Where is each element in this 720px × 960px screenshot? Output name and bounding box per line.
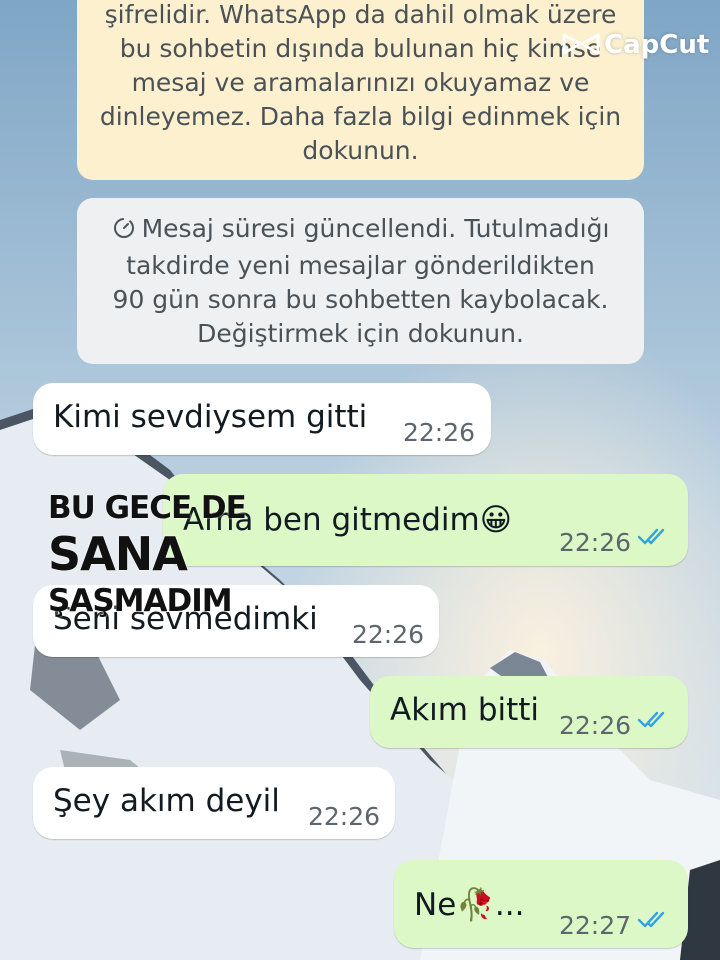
double-check-read-icon [637, 526, 669, 554]
message-bubble-incoming[interactable]: Kimi sevdiysem gitti 22:26 [33, 383, 491, 455]
message-time: 22:27 [559, 911, 632, 940]
disappearing-messages-notice[interactable]: Mesaj süresi güncellendi. Tutulmadığı ta… [77, 198, 644, 364]
capcut-watermark: CapCut [560, 30, 709, 64]
message-text: Akım bitti [390, 692, 540, 728]
disappearing-notice-line: Değiştirmek için dokunun. [197, 319, 524, 348]
message-time: 22:26 [559, 528, 632, 557]
encryption-notice-line: şifrelidir. WhatsApp da dahil olmak üzer… [104, 0, 617, 29]
video-caption-line: BU GECE DE [48, 490, 247, 526]
disappearing-notice-line: Mesaj süresi güncellendi. Tutulmadığı [141, 214, 610, 243]
message-time: 22:26 [308, 802, 381, 831]
encryption-notice-line: bu sohbetin dışında bulunan hiç kimse [119, 34, 602, 63]
message-text: Ne🥀... [414, 887, 525, 923]
double-check-read-icon [637, 709, 669, 737]
encryption-notice-line: dokunun. [302, 136, 419, 165]
message-time: 22:26 [403, 418, 476, 447]
disappearing-notice-line: 90 gün sonra bu sohbetten kaybolacak. [112, 285, 609, 314]
message-time: 22:26 [559, 711, 632, 740]
encryption-notice-line: dinleyemez. Daha fazla bilgi edinmek içi… [99, 102, 622, 131]
disappearing-notice-line: takdirde yeni mesajlar gönderildikten [126, 251, 595, 280]
capcut-label: CapCut [604, 30, 710, 60]
message-bubble-outgoing[interactable]: Ne🥀... 22:27 [394, 860, 688, 948]
encryption-notice-line: mesaj ve aramalarınızı okuyamaz ve [131, 68, 590, 97]
video-caption-line: SANA [48, 527, 188, 581]
capcut-logo-icon [560, 31, 602, 64]
message-time: 22:26 [352, 620, 425, 649]
encryption-notice[interactable]: şifrelidir. WhatsApp da dahil olmak üzer… [77, 0, 644, 180]
double-check-read-icon [637, 909, 669, 937]
message-text: Kimi sevdiysem gitti [53, 399, 368, 435]
message-bubble-outgoing[interactable]: Akım bitti 22:26 [370, 676, 688, 748]
message-bubble-incoming[interactable]: Şey akım deyil 22:26 [33, 767, 395, 839]
video-caption-line: ŞAŞMADIM [48, 583, 233, 619]
message-text: Şey akım deyil [53, 783, 280, 819]
timer-icon [112, 215, 136, 249]
